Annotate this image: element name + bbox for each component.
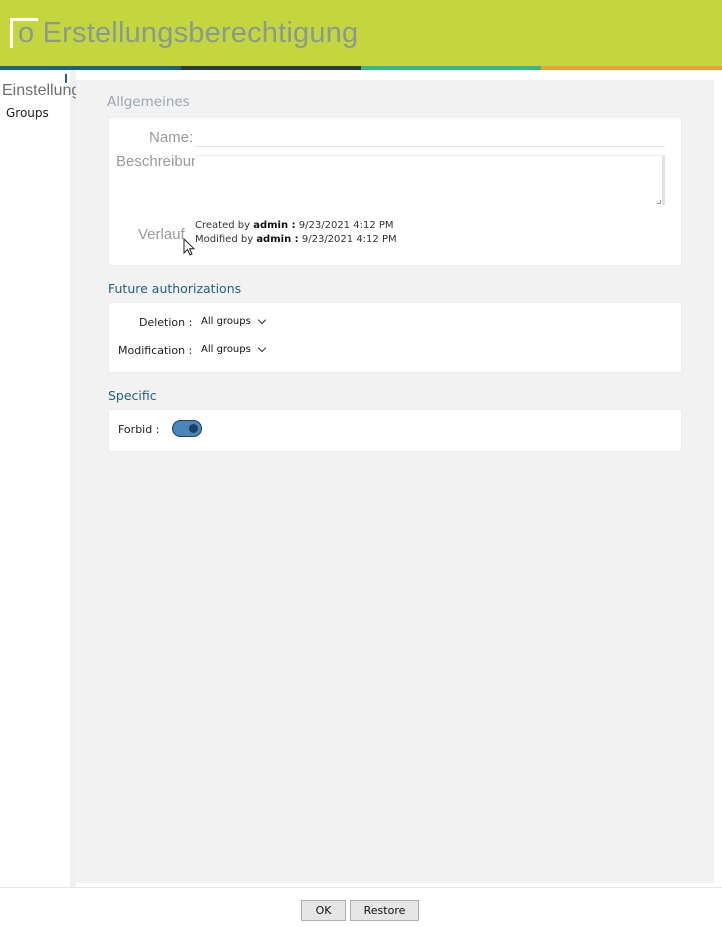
history-label: Verlauf — [138, 226, 185, 243]
sidebar-item-groups[interactable]: Groups — [6, 106, 49, 120]
created-date: 9/23/2021 4:12 PM — [298, 220, 394, 231]
stripe-2 — [181, 66, 361, 70]
title-prefix: o — [18, 17, 35, 49]
chevron-down-icon — [257, 315, 267, 324]
toggle-knob — [189, 423, 198, 433]
forbid-label: Forbid : — [118, 423, 160, 436]
modified-info: Modified by admin : 9/23/2021 4:12 PM — [195, 234, 397, 245]
mouse-cursor-icon — [183, 238, 196, 256]
footer-divider — [0, 887, 722, 888]
restore-button[interactable]: Restore — [350, 900, 419, 921]
resize-handle-icon[interactable] — [657, 200, 661, 204]
modification-select[interactable]: All groups — [201, 343, 267, 355]
description-textarea[interactable] — [195, 155, 665, 205]
forbid-toggle[interactable] — [172, 420, 202, 437]
deletion-value: All groups — [201, 316, 251, 327]
modification-label: Modification : — [118, 344, 193, 357]
deletion-select[interactable]: All groups — [201, 315, 267, 327]
title-text: Erstellungsberechtigung — [42, 17, 359, 49]
ok-button[interactable]: OK — [301, 900, 346, 921]
deletion-label: Deletion : — [139, 316, 193, 329]
sidebar — [0, 70, 76, 887]
created-user: admin : — [253, 220, 296, 231]
created-prefix: Created by — [195, 220, 251, 231]
section-title-general: Allgemeines — [107, 94, 190, 110]
section-title-future: Future authorizations — [108, 281, 242, 296]
name-input[interactable] — [195, 146, 665, 147]
future-card — [108, 302, 682, 373]
name-label: Name: — [149, 129, 194, 146]
section-title-specific: Specific — [108, 388, 157, 403]
modified-user: admin : — [256, 234, 299, 245]
modified-prefix: Modified by — [195, 234, 254, 245]
modification-value: All groups — [201, 344, 251, 355]
page-title: o Erstellungsberechtigung — [18, 17, 358, 50]
header-bar: o Erstellungsberechtigung — [0, 0, 722, 66]
stripe-3 — [361, 66, 541, 70]
stripe-4 — [541, 66, 722, 70]
created-info: Created by admin : 9/23/2021 4:12 PM — [195, 220, 394, 231]
chevron-down-icon — [257, 343, 267, 352]
modified-date: 9/23/2021 4:12 PM — [301, 234, 397, 245]
